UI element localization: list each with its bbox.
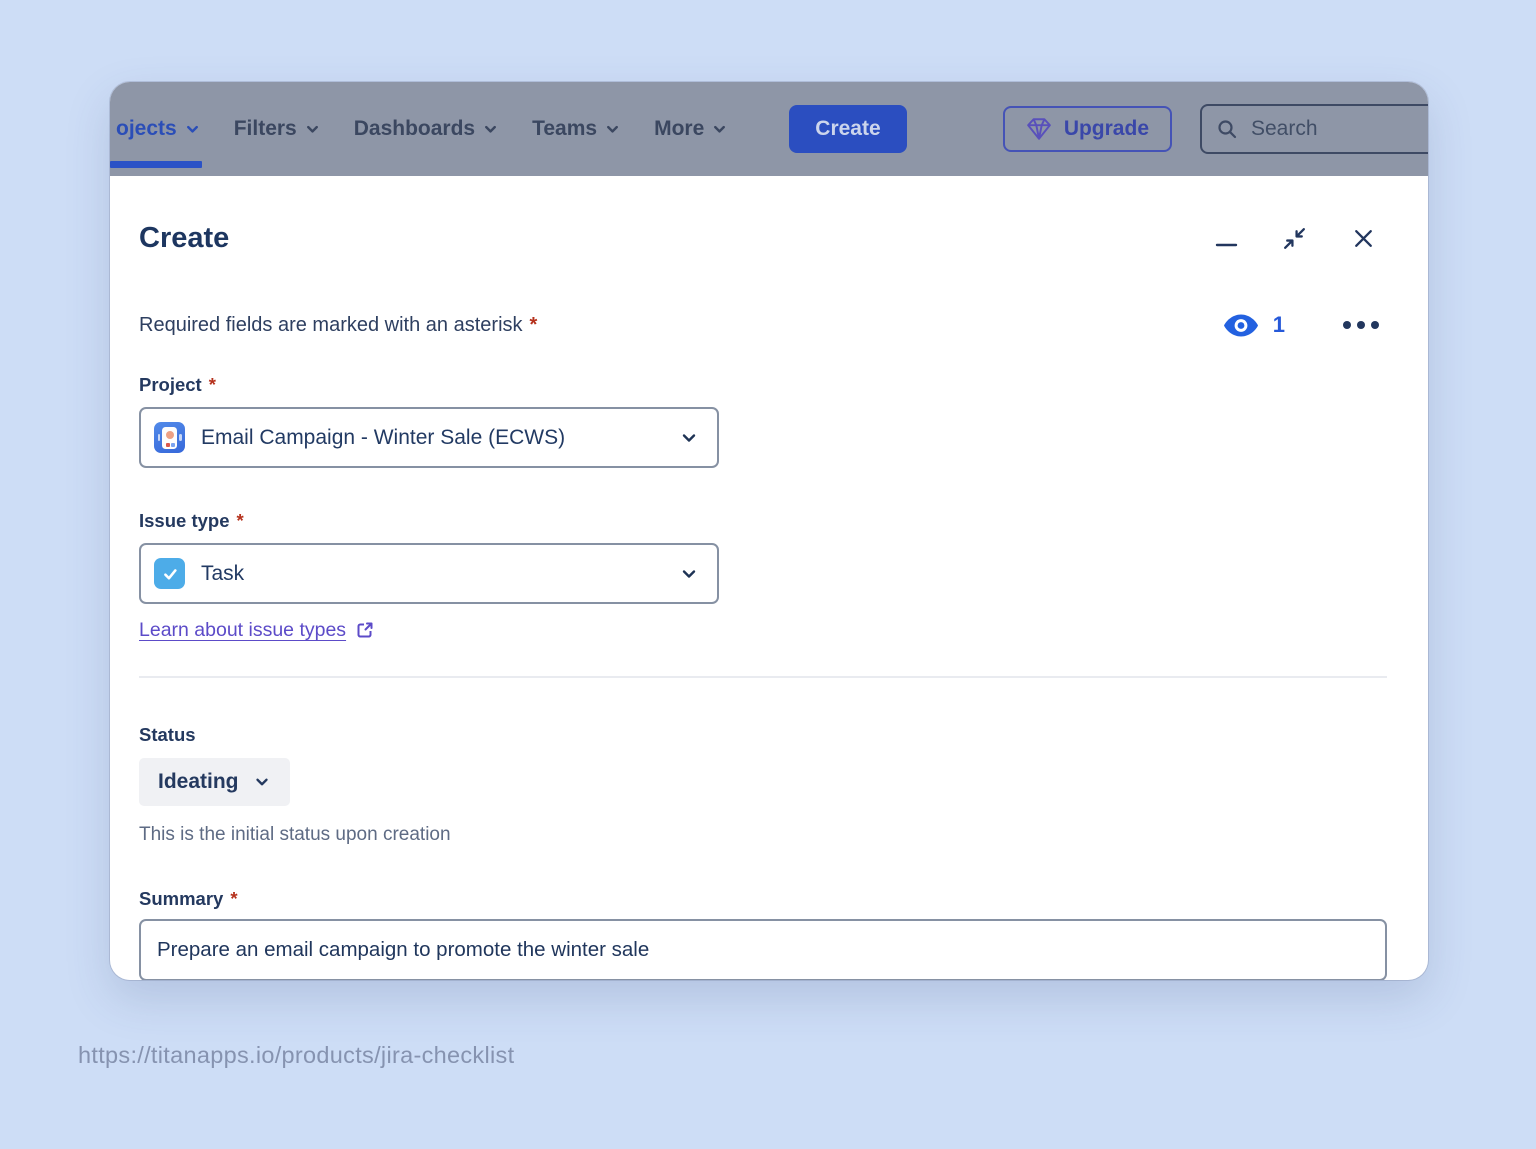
required-asterisk: * [530, 314, 538, 336]
required-asterisk: * [237, 510, 244, 531]
project-select-value: Email Campaign - Winter Sale (ECWS) [201, 426, 565, 450]
nav-item-label: More [654, 117, 704, 141]
watch-count: 1 [1273, 312, 1285, 338]
required-note: Required fields are marked with an aster… [139, 314, 537, 337]
nav-item-dashboards[interactable]: Dashboards [354, 117, 498, 141]
top-navbar: ojects Filters Dashboards Teams More [110, 82, 1428, 176]
minimize-icon[interactable] [1215, 240, 1239, 250]
project-field-label: Project* [139, 374, 1387, 396]
nav-item-label: Teams [532, 117, 597, 141]
upgrade-label: Upgrade [1064, 117, 1149, 141]
chevron-down-icon [253, 773, 271, 791]
summary-input[interactable] [139, 919, 1387, 980]
chevron-down-icon [679, 564, 699, 584]
nav-item-projects[interactable]: ojects [116, 117, 200, 141]
collapse-icon[interactable] [1281, 225, 1308, 252]
navbar-create-button[interactable]: Create [789, 105, 906, 153]
dot [1343, 321, 1351, 329]
required-asterisk: * [209, 374, 216, 395]
issue-type-field-label: Issue type* [139, 510, 1387, 532]
active-tab-underline [110, 161, 202, 168]
eye-icon [1223, 313, 1259, 338]
issue-type-select[interactable]: Task [139, 543, 719, 604]
external-link-icon [355, 620, 375, 640]
search-input[interactable]: Search [1200, 104, 1428, 154]
chevron-down-icon [483, 122, 498, 137]
status-value: Ideating [158, 770, 239, 794]
status-field-label: Status [139, 724, 1387, 746]
watch-toggle[interactable]: 1 [1223, 312, 1285, 338]
create-issue-modal: Create Requi [110, 176, 1428, 980]
navbar-right-group: Upgrade Search [1003, 104, 1428, 154]
gem-icon [1026, 117, 1052, 141]
dot [1371, 321, 1379, 329]
summary-field-label: Summary* [139, 888, 1387, 910]
nav-item-label: Filters [234, 117, 297, 141]
nav-item-teams[interactable]: Teams [532, 117, 620, 141]
status-dropdown[interactable]: Ideating [139, 758, 290, 806]
nav-item-more[interactable]: More [654, 117, 727, 141]
upgrade-button[interactable]: Upgrade [1003, 106, 1172, 152]
modal-header: Create [139, 218, 1387, 258]
more-actions-button[interactable] [1343, 321, 1379, 329]
required-asterisk: * [230, 888, 237, 909]
watch-area: 1 [1223, 312, 1387, 338]
chevron-down-icon [305, 122, 320, 137]
modal-window-controls [1215, 225, 1387, 252]
close-icon[interactable] [1350, 225, 1377, 252]
chevron-down-icon [712, 122, 727, 137]
nav-item-filters[interactable]: Filters [234, 117, 320, 141]
section-divider [139, 676, 1387, 678]
nav-item-label: ojects [116, 117, 177, 141]
modal-title: Create [139, 218, 229, 258]
learn-link-label: Learn about issue types [139, 618, 346, 642]
dot [1357, 321, 1365, 329]
status-helper-text: This is the initial status upon creation [139, 824, 1387, 846]
issue-type-select-value: Task [201, 562, 244, 586]
caption-url: https://titanapps.io/products/jira-check… [78, 1042, 514, 1069]
app-window: ojects Filters Dashboards Teams More [110, 82, 1428, 980]
learn-about-issue-types-link[interactable]: Learn about issue types [139, 618, 375, 642]
chevron-down-icon [679, 428, 699, 448]
search-icon [1216, 118, 1238, 140]
project-avatar-icon [154, 422, 185, 453]
chevron-down-icon [605, 122, 620, 137]
task-type-icon [154, 558, 185, 589]
project-select[interactable]: Email Campaign - Winter Sale (ECWS) [139, 407, 719, 468]
chevron-down-icon [185, 122, 200, 137]
nav-item-label: Dashboards [354, 117, 475, 141]
required-note-row: Required fields are marked with an aster… [139, 310, 1387, 340]
search-placeholder: Search [1251, 117, 1318, 141]
